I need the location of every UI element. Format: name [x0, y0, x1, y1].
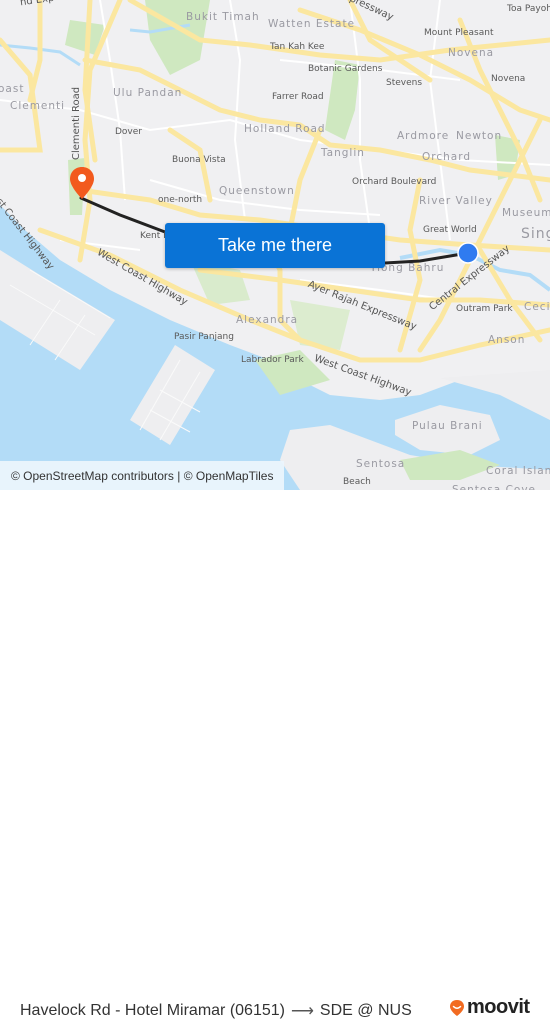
map-label: Beach	[343, 477, 371, 487]
map-label: Tan Kah Kee	[270, 42, 325, 52]
map-attribution: © OpenStreetMap contributors | © OpenMap…	[0, 461, 285, 490]
map-label: one-north	[158, 195, 203, 205]
map-label: Museum	[502, 207, 550, 219]
map-label: Alexandra	[236, 314, 299, 326]
map-label: Holland Road	[244, 123, 326, 135]
map-label: Mount Pleasant	[424, 28, 494, 38]
moovit-pin-icon	[450, 999, 464, 1016]
map-label: Orchard Boulevard	[352, 177, 437, 187]
map-label: Newton	[456, 130, 503, 142]
map-label: Dover	[115, 127, 142, 137]
map-label: Bukit Timah	[186, 11, 260, 23]
route-summary: Havelock Rd - Hotel Miramar (06151) ⟶ SD…	[20, 1001, 412, 1021]
map-label: Pulau Brani	[412, 420, 483, 432]
map-view[interactable]: nd Exp Bukit Timah Watten Estate Express…	[0, 0, 550, 490]
map-label: Watten Estate	[268, 18, 356, 30]
map-label: Coral Island	[486, 465, 550, 477]
map-label: Sing	[521, 226, 550, 242]
map-label: Novena	[448, 47, 495, 59]
map-label: Buona Vista	[172, 155, 226, 165]
map-label: Labrador Park	[241, 355, 304, 365]
map-label: Novena	[491, 74, 526, 84]
moovit-wordmark: moovit	[467, 996, 530, 1018]
map-label: Stevens	[386, 78, 423, 88]
map-label: Clementi Road	[71, 86, 82, 160]
map-label: Anson	[488, 334, 526, 346]
take-me-there-button[interactable]: Take me there	[165, 223, 385, 268]
map-label: Sentosa	[356, 458, 406, 470]
map-label: Clementi	[10, 100, 66, 112]
map-label: Great World	[423, 225, 477, 235]
map-label: Ceci	[524, 301, 550, 313]
map-pin-icon[interactable]	[69, 166, 95, 200]
map-label: Farrer Road	[272, 92, 324, 102]
origin-name: Havelock Rd - Hotel Miramar (06151)	[20, 1002, 285, 1019]
map-label: Orchard	[422, 151, 472, 163]
map-label: River Valley	[419, 195, 493, 207]
map-label: Ardmore	[397, 130, 450, 142]
map-label: Toa Payoh	[507, 4, 550, 14]
map-label: Outram Park	[456, 304, 513, 314]
map-label: Tanglin	[321, 147, 365, 159]
arrow-right-icon: ⟶	[290, 1003, 314, 1020]
map-label: Ulu Pandan	[113, 87, 183, 99]
footer-bar: Havelock Rd - Hotel Miramar (06151) ⟶ SD…	[0, 490, 550, 1020]
map-label: Pasir Panjang	[174, 332, 234, 342]
blue-dot-icon[interactable]	[457, 242, 479, 264]
map-label: oast	[0, 83, 25, 95]
moovit-logo[interactable]: moovit	[449, 996, 530, 1019]
destination-name: SDE @ NUS	[319, 1002, 412, 1019]
map-label: Botanic Gardens	[308, 64, 383, 74]
map-label: Queenstown	[219, 185, 295, 197]
attribution-text[interactable]: © OpenStreetMap contributors | © OpenMap…	[11, 469, 273, 483]
